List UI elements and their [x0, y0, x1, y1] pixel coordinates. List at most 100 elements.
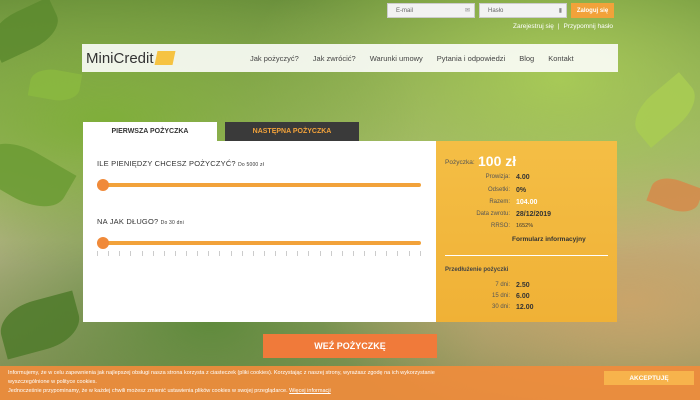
summary-label: Prowizja: — [485, 174, 510, 180]
login-links: Zarejestruj się | Przypomnij hasło — [513, 23, 613, 30]
background-leaf — [0, 0, 66, 63]
nav-item[interactable]: Jak zwrócić? — [313, 54, 356, 63]
summary-label: Odsetki: — [487, 187, 510, 193]
day-tick — [263, 251, 265, 256]
main-nav: Jak pożyczyć? Jak zwrócić? Warunki umowy… — [250, 54, 574, 63]
day-tick — [186, 251, 187, 256]
days-ticks — [97, 251, 421, 257]
nav-item[interactable]: Pytania i odpowiedzi — [437, 54, 505, 63]
background-leaf — [646, 172, 700, 218]
day-tick — [152, 251, 154, 256]
extension-label: 15 dni: — [491, 293, 510, 299]
day-tick — [275, 251, 276, 256]
day-tick — [130, 251, 132, 256]
extension-value: 2.50 — [516, 282, 530, 289]
day-tick — [408, 251, 410, 256]
day-tick — [319, 251, 321, 256]
day-tick — [97, 251, 98, 256]
background-leaf — [27, 65, 83, 105]
amount-hint: Do 5000 zł — [238, 162, 265, 168]
extension-row: 15 dni: 6.00 — [436, 293, 530, 300]
more-info-link[interactable]: Więcej informacji — [289, 388, 331, 394]
day-tick — [119, 251, 121, 256]
day-tick — [352, 251, 354, 256]
summary-label: Razem: — [489, 199, 510, 205]
background-leaf — [0, 130, 77, 220]
cookie-banner: Informujemy, że w celu zapewnienia jak n… — [0, 366, 700, 400]
cookie-text: wyszczególnione w polityce cookies. — [8, 379, 97, 385]
day-tick — [330, 251, 332, 256]
password-placeholder: Hasło — [488, 7, 504, 14]
day-tick — [197, 251, 199, 256]
amount-slider-handle[interactable] — [97, 179, 109, 191]
day-tick — [208, 251, 210, 256]
day-tick — [397, 251, 399, 256]
day-tick — [308, 251, 310, 256]
day-tick — [386, 251, 388, 256]
day-tick — [297, 251, 299, 256]
nav-item[interactable]: Blog — [519, 54, 534, 63]
days-hint: Do 30 dni — [160, 220, 184, 226]
amount-question: ILE PIENIĘDZY CHCESZ POŻYCZYĆ? Do 5000 z… — [97, 159, 264, 168]
login-bar: E-mail ✉ Hasło ▮ Zaloguj się — [387, 3, 614, 18]
site-header: MiniCredit Jak pożyczyć? Jak zwrócić? Wa… — [82, 44, 618, 72]
day-tick — [364, 251, 365, 256]
day-tick — [163, 251, 165, 256]
tab-first-loan[interactable]: PIERWSZA POŻYCZKA — [83, 122, 217, 141]
cookie-text-part: Jednocześnie przypominamy, że w każdej c… — [8, 388, 288, 394]
amount-question-text: ILE PIENIĘDZY CHCESZ POŻYCZYĆ? — [97, 159, 236, 168]
day-tick — [375, 251, 377, 256]
logo-text: MiniCredit — [86, 49, 154, 67]
extension-label: 30 dni: — [491, 304, 510, 310]
extension-row: 7 dni: 2.50 — [436, 282, 530, 289]
accept-cookies-button[interactable]: AKCEPTUJĘ — [604, 371, 694, 385]
extension-row: 30 dni: 12.00 — [436, 304, 534, 311]
day-tick — [341, 251, 343, 256]
days-question-text: NA JAK DŁUGO? — [97, 217, 159, 226]
extension-value: 6.00 — [516, 293, 530, 300]
nav-item[interactable]: Kontakt — [548, 54, 573, 63]
summary-row: Data zwrotu: 28/12/2019 — [436, 211, 551, 218]
cookie-text: Informujemy, że w celu zapewnienia jak n… — [8, 370, 435, 376]
register-link[interactable]: Zarejestruj się — [513, 23, 554, 30]
nav-item[interactable]: Warunki umowy — [370, 54, 423, 63]
summary-value: 1652% — [516, 223, 534, 229]
logo-mark-icon — [154, 51, 176, 65]
summary-value: 0% — [516, 187, 527, 194]
tab-next-loan[interactable]: NASTĘPNA POŻYCZKA — [225, 122, 359, 141]
extension-title: Przedłużenie pożyczki — [445, 267, 509, 273]
amount-slider[interactable] — [97, 179, 421, 191]
extension-value: 12.00 — [516, 304, 534, 311]
reset-password-link[interactable]: Przypomnij hasło — [564, 23, 614, 30]
days-slider-handle[interactable] — [97, 237, 109, 249]
info-form-link[interactable]: Formularz informacyjny — [512, 236, 586, 243]
logo[interactable]: MiniCredit — [82, 50, 232, 67]
summary-divider — [445, 255, 608, 256]
email-field[interactable]: E-mail ✉ — [387, 3, 475, 18]
login-button[interactable]: Zaloguj się — [571, 3, 614, 18]
password-field[interactable]: Hasło ▮ — [479, 3, 567, 18]
summary-row: Razem: 104.00 — [436, 199, 537, 206]
day-tick — [108, 251, 110, 256]
days-slider[interactable] — [97, 237, 421, 249]
loan-calculator: ILE PIENIĘDZY CHCESZ POŻYCZYĆ? Do 5000 z… — [83, 141, 617, 322]
day-tick — [174, 251, 176, 256]
summary-row: Prowizja: 4.00 — [436, 174, 530, 181]
loan-summary: Pożyczka: 100 zł Prowizja: 4.00 Odsetki:… — [436, 141, 617, 322]
day-tick — [252, 251, 254, 256]
summary-label: RRSO: — [490, 223, 510, 229]
lock-icon: ▮ — [558, 8, 562, 14]
nav-item[interactable]: Jak pożyczyć? — [250, 54, 299, 63]
mail-icon: ✉ — [464, 8, 470, 14]
day-tick — [286, 251, 288, 256]
summary-value: 4.00 — [516, 174, 530, 181]
day-tick — [230, 251, 232, 256]
summary-value: 28/12/2019 — [516, 211, 552, 218]
summary-value: 104.00 — [516, 199, 538, 206]
day-tick — [141, 251, 143, 256]
amount-label: Pożyczka: — [445, 159, 475, 166]
email-placeholder: E-mail — [396, 7, 414, 14]
summary-label: Data zwrotu: — [476, 211, 510, 217]
take-loan-button[interactable]: WEŹ POŻYCZKĘ — [263, 334, 437, 358]
extension-label: 7 dni: — [495, 282, 510, 288]
